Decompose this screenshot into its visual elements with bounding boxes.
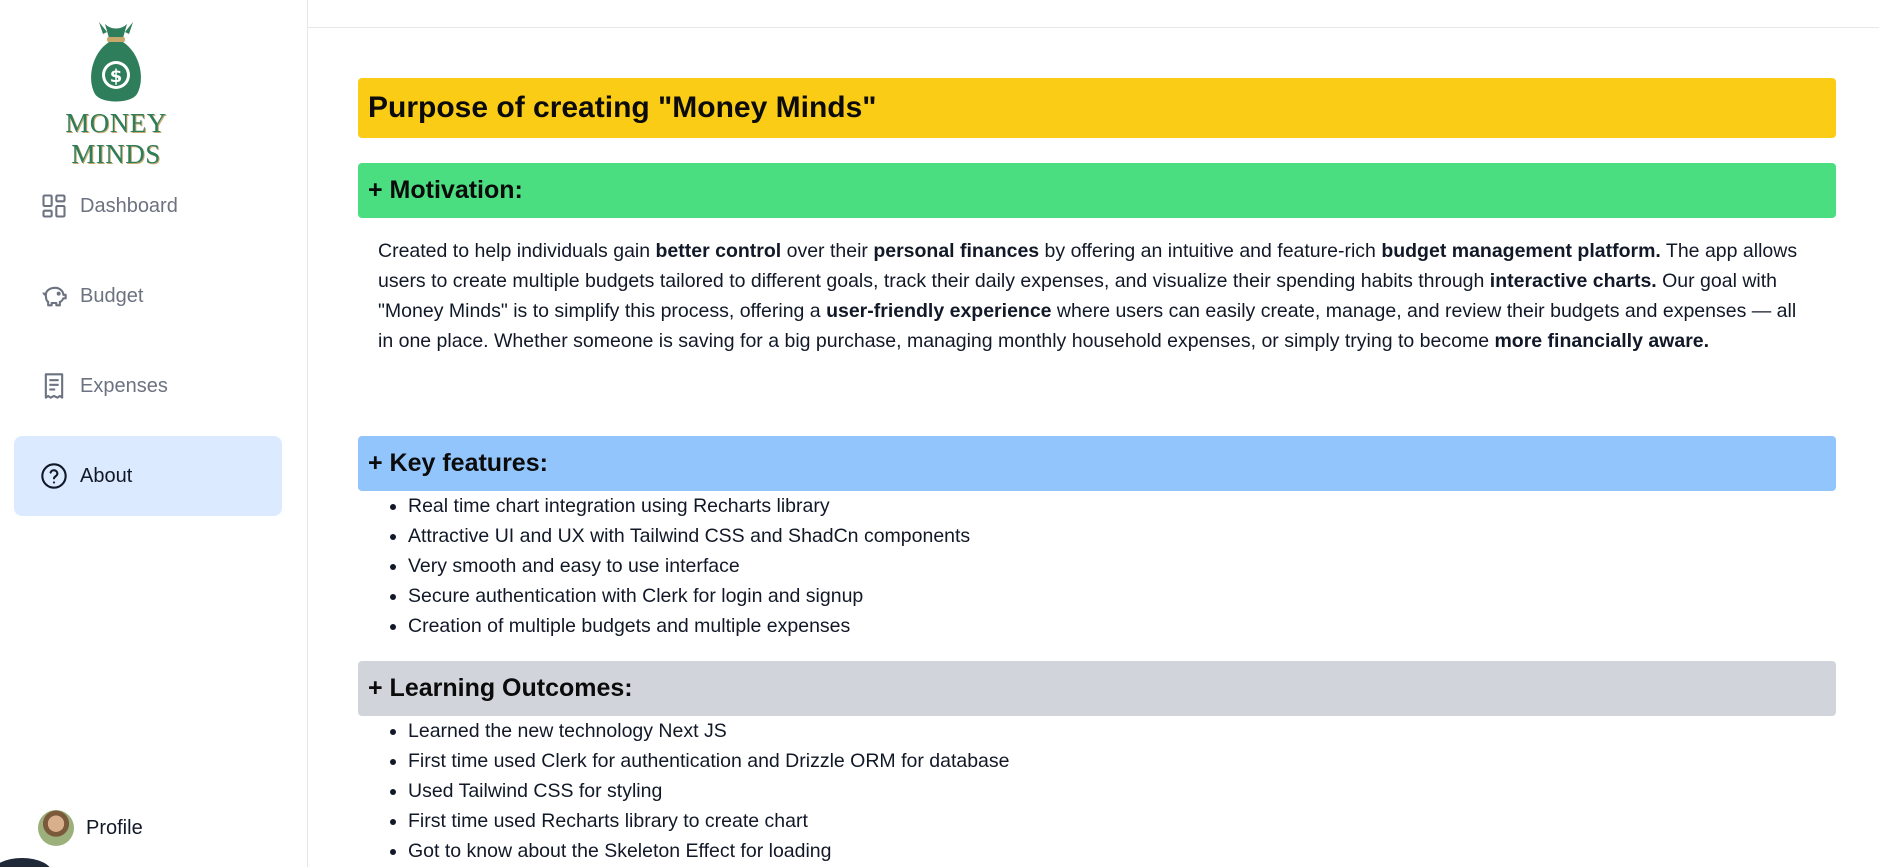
- motivation-paragraph: Created to help individuals gain better …: [358, 218, 1836, 436]
- learning-outcomes-list: Learned the new technology Next JSFirst …: [358, 716, 1836, 866]
- emphasis-text: personal finances: [873, 240, 1040, 262]
- list-item: Creation of multiple budgets and multipl…: [408, 611, 1836, 641]
- top-header: [308, 0, 1879, 28]
- emphasis-text: better control: [655, 240, 782, 262]
- floating-widget[interactable]: [0, 858, 52, 867]
- help-circle-icon: [40, 462, 68, 490]
- emphasis-text: interactive charts.: [1489, 270, 1657, 292]
- emphasis-text: budget management platform.: [1381, 240, 1661, 262]
- body-text: by offering an intuitive and feature-ric…: [1039, 240, 1382, 262]
- list-item: Got to know about the Skeleton Effect fo…: [408, 836, 1836, 866]
- body-text: Created to help individuals gain: [378, 240, 656, 262]
- list-item: Attractive UI and UX with Tailwind CSS a…: [408, 521, 1836, 551]
- sidebar-item-label: Budget: [80, 284, 144, 307]
- svg-text:$: $: [110, 66, 123, 87]
- list-item: Secure authentication with Clerk for log…: [408, 581, 1836, 611]
- body-text: over their: [781, 240, 874, 262]
- list-item: Very smooth and easy to use interface: [408, 551, 1836, 581]
- list-item: First time used Recharts library to crea…: [408, 806, 1836, 836]
- profile-button[interactable]: Profile: [38, 810, 143, 846]
- sidebar-item-label: About: [80, 464, 133, 487]
- key-features-heading: + Key features:: [358, 436, 1836, 491]
- list-item: First time used Clerk for authentication…: [408, 746, 1836, 776]
- avatar: [38, 810, 74, 846]
- learning-outcomes-heading: + Learning Outcomes:: [358, 661, 1836, 716]
- profile-label: Profile: [86, 816, 143, 839]
- main-content: Purpose of creating "Money Minds" + Moti…: [358, 78, 1836, 866]
- sidebar-item-about[interactable]: About: [14, 436, 282, 516]
- key-features-list: Real time chart integration using Rechar…: [358, 491, 1836, 641]
- sidebar-item-dashboard[interactable]: Dashboard: [14, 166, 282, 246]
- page-title: Purpose of creating "Money Minds": [358, 78, 1836, 138]
- sidebar-item-budget[interactable]: Budget: [14, 256, 282, 336]
- logo-text: MONEY MINDS: [65, 108, 167, 169]
- list-item: Used Tailwind CSS for styling: [408, 776, 1836, 806]
- list-item: Real time chart integration using Rechar…: [408, 491, 1836, 521]
- receipt-icon: [40, 372, 68, 400]
- sidebar-item-label: Dashboard: [80, 194, 178, 217]
- motivation-heading: + Motivation:: [358, 163, 1836, 218]
- sidebar: $ MONEY MINDS Dashboard Budget Expenses …: [0, 0, 308, 867]
- grid-icon: [40, 192, 68, 220]
- emphasis-text: more financially aware.: [1494, 330, 1710, 352]
- money-bag-icon: $: [91, 22, 141, 102]
- list-item: Learned the new technology Next JS: [408, 716, 1836, 746]
- emphasis-text: user-friendly experience: [826, 300, 1052, 322]
- sidebar-item-label: Expenses: [80, 374, 168, 397]
- sidebar-item-expenses[interactable]: Expenses: [14, 346, 282, 426]
- app-logo[interactable]: $ MONEY MINDS: [20, 20, 212, 169]
- piggy-bank-icon: [40, 282, 68, 310]
